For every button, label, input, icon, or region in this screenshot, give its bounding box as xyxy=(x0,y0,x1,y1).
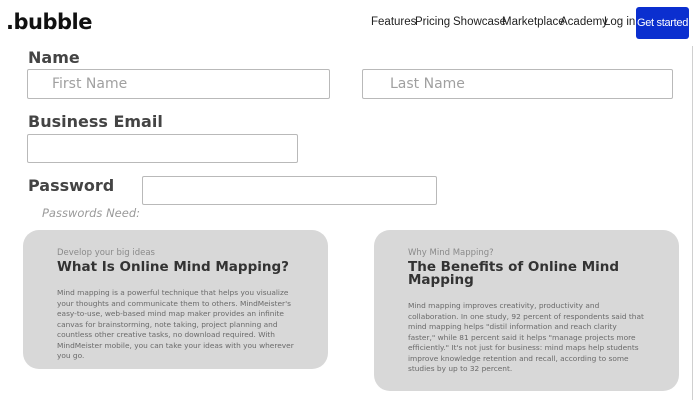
card-title: The Benefits of Online Mind Mapping xyxy=(408,259,620,288)
nav-link-showcase[interactable]: Showcase xyxy=(453,16,506,28)
card-title: What Is Online Mind Mapping? xyxy=(57,259,289,275)
card-eyebrow: Why Mind Mapping? xyxy=(408,248,494,258)
card-body: Mind mapping improves creativity, produc… xyxy=(408,301,644,373)
nav-links: Features Pricing Showcase Marketplace Ac… xyxy=(0,16,700,32)
nav-link-academy[interactable]: Academy xyxy=(560,16,608,28)
nav-link-login[interactable]: Log in xyxy=(604,16,635,28)
info-card-what-is-mind-mapping: Develop your big ideas What Is Online Mi… xyxy=(23,230,328,369)
nav-link-features[interactable]: Features xyxy=(371,16,416,28)
name-label: Name xyxy=(28,48,80,67)
password-input[interactable] xyxy=(142,176,437,205)
card-body: Mind mapping is a powerful technique tha… xyxy=(57,288,294,360)
page-edge-divider xyxy=(692,46,693,400)
nav-link-pricing[interactable]: Pricing xyxy=(415,16,450,28)
first-name-input[interactable]: First Name xyxy=(27,69,330,99)
info-card-benefits: Why Mind Mapping? The Benefits of Online… xyxy=(374,230,679,391)
password-requirements-hint: Passwords Need: xyxy=(42,206,141,220)
nav-link-marketplace[interactable]: Marketplace xyxy=(502,16,565,28)
password-label: Password xyxy=(28,176,115,195)
get-started-button[interactable]: Get started xyxy=(636,7,689,39)
business-email-input[interactable] xyxy=(27,134,298,163)
business-email-label: Business Email xyxy=(28,112,163,131)
card-eyebrow: Develop your big ideas xyxy=(57,248,155,258)
last-name-input[interactable]: Last Name xyxy=(362,69,673,99)
top-navigation: .bubble Features Pricing Showcase Market… xyxy=(0,0,700,46)
